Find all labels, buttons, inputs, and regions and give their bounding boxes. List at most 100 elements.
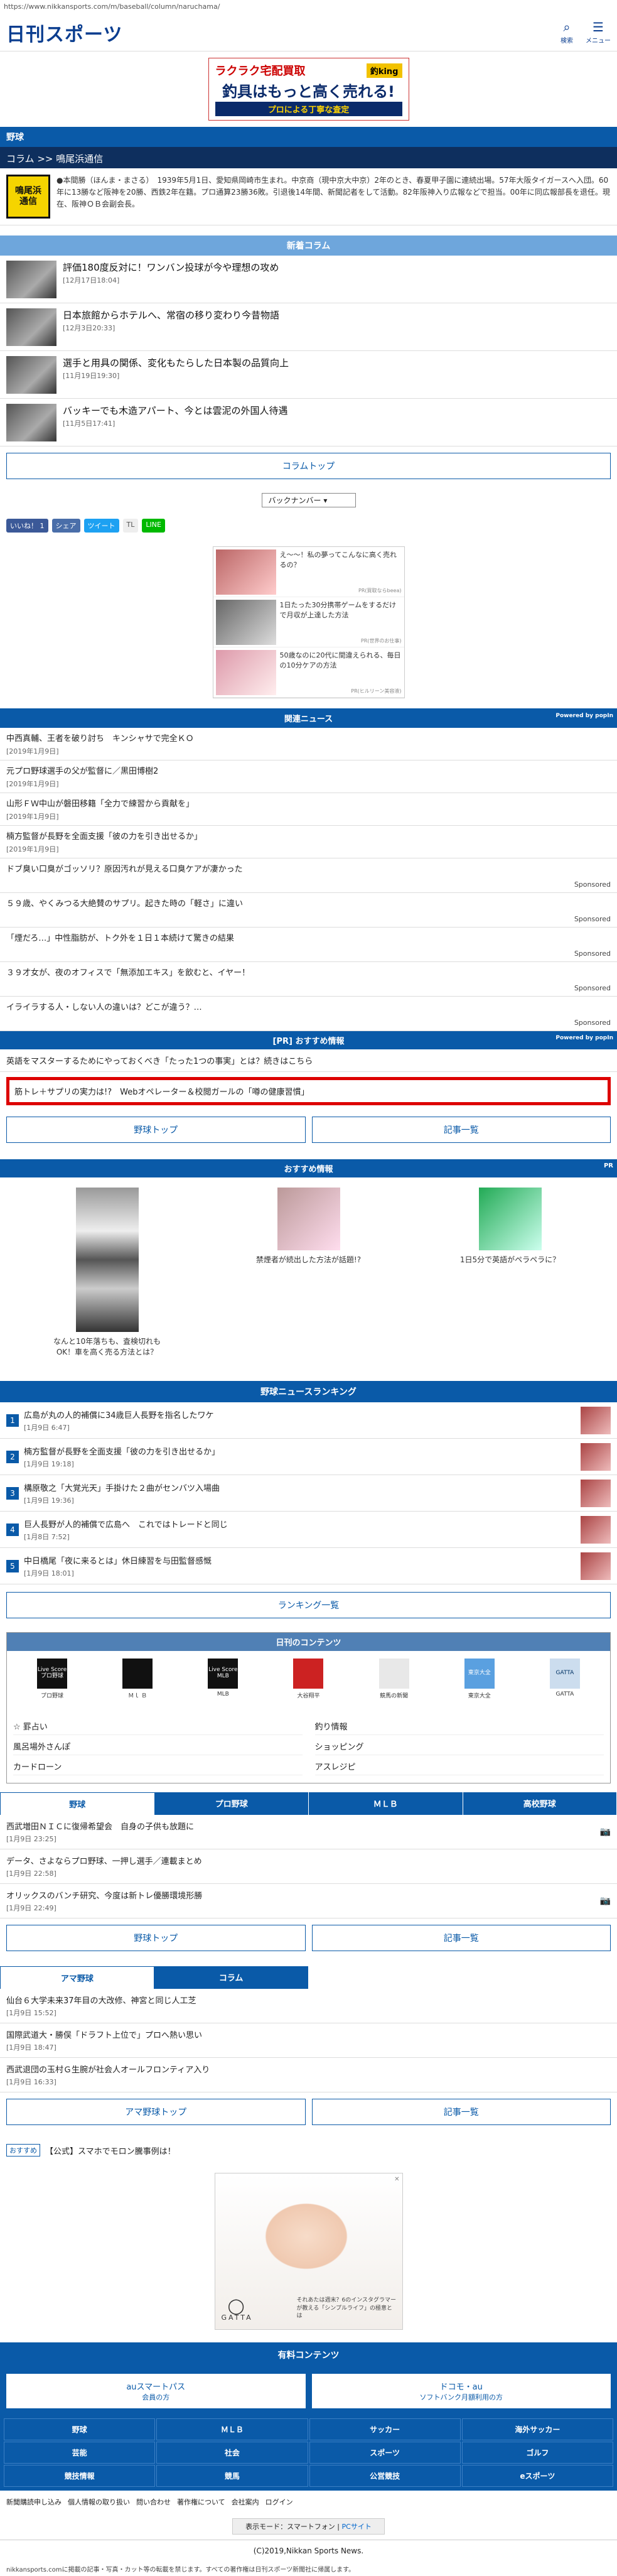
list-item[interactable]: 元プロ野球選手の父が監督に／黒田博樹2[2019年1月9日] [0, 760, 617, 793]
list-item[interactable]: 楠方監督が長野を全面支援「彼の力を引き出せるか」[2019年1月9日] [0, 826, 617, 858]
nav-link[interactable]: サッカー [309, 2418, 461, 2440]
nav-link[interactable]: スポーツ [309, 2442, 461, 2464]
list-item[interactable]: え〜〜！私の夢ってこんなに高く売れるの？PR(買取ならbeea) [213, 547, 404, 597]
content-link[interactable]: 釣り情報 [315, 1718, 604, 1735]
site-logo[interactable]: 日刊スポーツ [6, 19, 122, 46]
list-item[interactable]: オリックスのバンチ研究、今度は新トレ優勝環境形勝[1月9日 22:49]📷 [0, 1884, 617, 1918]
content-link-ohtani[interactable]: 大谷翔平 [277, 1659, 340, 1706]
article-list-button[interactable]: 記事一覧 [312, 1925, 611, 1951]
list-item[interactable]: 5 中日橋尾「夜に来るとは」休日練習を与田監督感慨[1月9日 18:01] [0, 1548, 617, 1584]
list-item[interactable]: 1 広島が丸の人的補償に34歳巨人長野を指名したワケ[1月9日 6:47] [0, 1402, 617, 1439]
content-link-npb[interactable]: Live Score プロ野球プロ野球 [21, 1659, 83, 1706]
content-link[interactable]: 風呂場外さんぽ [13, 1738, 303, 1755]
column-top-button[interactable]: コラムトップ [6, 453, 611, 479]
ranking-list-button[interactable]: ランキング一覧 [6, 1592, 611, 1618]
tab-baseball[interactable]: 野球 [0, 1792, 155, 1815]
list-item[interactable]: 1日たった30分携帯ゲームをするだけで月収が上達した方法PR(世界のお仕事) [213, 597, 404, 647]
content-link-mlb[interactable]: Live Score MLBMLB [191, 1659, 254, 1706]
footer-link[interactable]: ログイン [266, 2497, 293, 2507]
list-item[interactable]: 「煙だろ…」中性脂肪が、トク外を１日１本続けて驚きの結果Sponsored [0, 928, 617, 962]
nav-link[interactable]: 海外サッカー [462, 2418, 613, 2440]
amateur-top-button[interactable]: アマ野球トップ [6, 2099, 306, 2125]
list-item[interactable]: 山形ＦＷ中山が磐田移籍「全力で練習から貢献を」[2019年1月9日] [0, 793, 617, 826]
osusume-item[interactable]: 1日5分で英語がペラペラに？ [448, 1188, 573, 1356]
nav-link[interactable]: ＭＬＢ [156, 2418, 308, 2440]
nav-link[interactable]: 社会 [156, 2442, 308, 2464]
content-link[interactable]: ☆ 罫占い [13, 1718, 303, 1735]
pr-highlight-link[interactable]: 筋トレ＋サプリの実力は!? Webオペレーター＆校閲ガールの「噂の健康習慣」 [6, 1077, 611, 1105]
address-bar[interactable]: https://www.nikkansports.com/m/baseball/… [0, 0, 617, 14]
content-link[interactable]: カードローン [13, 1758, 303, 1775]
content-link-gatta[interactable]: GATTAGATTA [534, 1659, 596, 1706]
list-item[interactable]: 評価180度反対に！ワンバン投球が今や理想の攻め[12月17日18:04] [0, 256, 617, 303]
pc-site-link[interactable]: PCサイト [342, 2523, 372, 2531]
list-item[interactable]: 2 楠方監督が長野を全面支援「彼の力を引き出せるか」[1月9日 19:18] [0, 1439, 617, 1475]
search-button[interactable]: ⌕ 検索 [561, 20, 573, 45]
list-item[interactable]: 仙台６大学未来37年目の大改修、神宮と同じ人工芝[1月9日 15:52] [0, 1989, 617, 2023]
camera-icon: 📷 [600, 1827, 611, 1837]
list-item[interactable]: イライラする人・しない人の違いは？どこが違う？…Sponsored [0, 997, 617, 1031]
menu-button[interactable]: ☰ メニュー [586, 20, 611, 45]
article-list-button[interactable]: 記事一覧 [312, 1117, 611, 1143]
osusume-grid: なんと10年落ちも、査検切れもOK！車を高く売る方法とは？ 禁煙者が続出した方法… [0, 1177, 617, 1366]
tweet-button[interactable]: ツイート [84, 519, 119, 533]
nav-link[interactable]: 野球 [4, 2418, 155, 2440]
footer-link[interactable]: 個人情報の取り扱い [68, 2497, 130, 2507]
nav-link[interactable]: 競馬 [156, 2465, 308, 2487]
content-icons: Live Score プロ野球プロ野球 Ｍｌ Ｂ Live Score MLBM… [7, 1651, 610, 1714]
nav-link[interactable]: 公営競技 [309, 2465, 461, 2487]
list-item[interactable]: ３９才女が、夜のオフィスで「無添加エキス」を飲むと、イヤー！Sponsored [0, 962, 617, 997]
line-button[interactable]: LINE [142, 519, 165, 533]
list-item[interactable]: バッキーでも木造アパート、今とは雲泥の外国人待遇[11月5日17:41] [0, 399, 617, 446]
list-item[interactable]: 選手と用具の関係、変化もたらした日本製の品質向上[11月19日19:30] [0, 351, 617, 399]
breadcrumb[interactable]: コラム >> 鳴尾浜通信 [0, 147, 617, 168]
nav-link[interactable]: 芸能 [4, 2442, 155, 2464]
au-smartpass-button[interactable]: auスマートパス会員の方 [6, 2374, 306, 2408]
list-item[interactable]: 中西真輔、王者を破り討ち キンシャサで完全ＫＯ[2019年1月9日] [0, 728, 617, 760]
list-item[interactable]: 国際武道大・勝俣「ドラフト上位で」プロへ熱い思い[1月9日 18:47] [0, 2023, 617, 2058]
footer-link[interactable]: 会社案内 [232, 2497, 259, 2507]
tab-mlb[interactable]: ＭＬＢ [309, 1792, 463, 1815]
list-item[interactable]: データ、さよならプロ野球、一押し選手／連載まとめ[1月9日 22:58] [0, 1849, 617, 1884]
backnumber-select[interactable]: バックナンバー ▾ [262, 493, 356, 507]
tab-column[interactable]: コラム [154, 1966, 309, 1989]
content-link-tokyo[interactable]: 東京大全東京大全 [448, 1659, 511, 1706]
gatta-ad[interactable]: ✕ ◯GATTA それあたは週末？6のインスタグラマーが教える「シンプルライフ」… [215, 2173, 403, 2330]
footer-link[interactable]: 新聞購読申し込み [6, 2497, 62, 2507]
nav-link[interactable]: 競技情報 [4, 2465, 155, 2487]
top-ad-banner[interactable]: ラクラク宅配買取 釣king 釣具はもっと高く売れる! プロによる丁寧な査定 [208, 58, 409, 121]
nav-link[interactable]: ゴルフ [462, 2442, 613, 2464]
list-item[interactable]: 西武退団の玉村Ｇ生腕が社会人オールフロンティア入り[1月9日 16:33] [0, 2058, 617, 2092]
tab-amateur[interactable]: アマ野球 [0, 1966, 154, 1989]
content-link-mlb-text[interactable]: Ｍｌ Ｂ [106, 1659, 169, 1706]
content-link[interactable]: アスレジピ [315, 1758, 604, 1775]
content-link-keiba[interactable]: 競馬の新聞 [363, 1659, 426, 1706]
timeline-button[interactable]: TL [123, 519, 139, 533]
list-item[interactable]: ドブ臭い口臭がゴッソリ？原因汚れが見える口臭ケアが凄かったSponsored [0, 858, 617, 893]
list-item[interactable]: 50歳なのに20代に間違えられる、毎日の10分ケアの方法PR(ヒルリーン美容液) [213, 647, 404, 698]
article-list-button[interactable]: 記事一覧 [312, 2099, 611, 2125]
facebook-like-button[interactable]: いいね！ 1 [6, 519, 48, 533]
footer-link[interactable]: 問い合わせ [136, 2497, 171, 2507]
baseball-top-button[interactable]: 野球トップ [6, 1117, 306, 1143]
list-item[interactable]: 3 構原敬之「大覚光天」手掛けた２曲がセンバツ入場曲[1月9日 19:36] [0, 1475, 617, 1512]
facebook-share-button[interactable]: シェア [52, 519, 80, 533]
carrier-billing-button[interactable]: ドコモ・auソフトバンク月額利用の方 [312, 2374, 611, 2408]
osusume-item[interactable]: なんと10年落ちも、査検切れもOK！車を高く売る方法とは？ [45, 1188, 170, 1356]
tab-npb[interactable]: プロ野球 [155, 1792, 309, 1815]
baseball-top-button[interactable]: 野球トップ [6, 1925, 306, 1951]
footer-link[interactable]: 著作権について [177, 2497, 225, 2507]
pr-link[interactable]: 英語をマスターするためにやっておくべき「たった1つの事実」とは？続きはこちら [0, 1049, 617, 1072]
list-item[interactable]: ５９歳、やくみつる大絶賛のサプリ。起きた時の「軽さ」に違いSponsored [0, 893, 617, 928]
tab-highschool[interactable]: 高校野球 [463, 1792, 617, 1815]
ad-image [277, 1188, 340, 1250]
osusume-item[interactable]: 禁煙者が続出した方法が話題!? [246, 1188, 372, 1356]
content-link[interactable]: ショッピング [315, 1738, 604, 1755]
list-item[interactable]: 日本旅館からホテルへ、常宿の移り変わり今昔物語[12月3日20:33] [0, 303, 617, 351]
mobile-promo[interactable]: おすすめ 【公式】スマホでモロン騰事例は！ [0, 2138, 617, 2163]
nav-link[interactable]: eスポーツ [462, 2465, 613, 2487]
rank-number: 1 [6, 1414, 19, 1427]
list-item[interactable]: 西武増田ＮＩＣに復帰希望会 自身の子供も放題に[1月9日 23:25]📷 [0, 1815, 617, 1849]
close-icon[interactable]: ✕ [394, 2176, 399, 2183]
list-item[interactable]: 4 巨人長野が人的補償で広島へ これではトレードと同じ[1月8日 7:52] [0, 1512, 617, 1548]
